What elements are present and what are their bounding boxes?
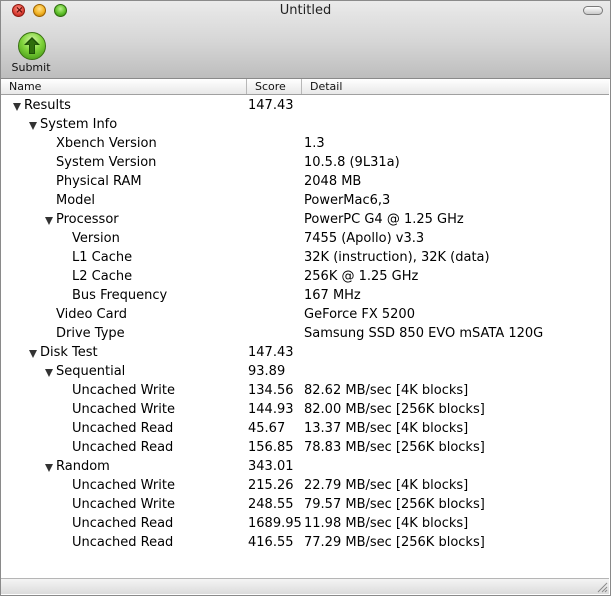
outline-row[interactable]: Physical RAM 2048 MB (1, 172, 609, 191)
row-detail: Samsung SSD 850 EVO mSATA 120GB Sar (304, 326, 544, 341)
title-and-toolbar: × Untitled Submit (0, 0, 611, 79)
row-detail: 167 MHz (304, 288, 361, 303)
disclosure-triangle-icon[interactable] (29, 350, 37, 358)
resize-grip-icon[interactable] (594, 579, 608, 593)
row-detail: PowerPC G4 @ 1.25 GHz (304, 212, 464, 227)
row-detail: 77.29 MB/sec [256K blocks] (304, 535, 485, 550)
outline-row[interactable]: Uncached Read 416.55 77.29 MB/sec [256K bl… (1, 533, 609, 552)
outline-row[interactable]: System Info (1, 115, 609, 134)
row-score: 1689.95 (248, 516, 302, 531)
row-score: 144.93 (248, 402, 294, 417)
outline-row[interactable]: Uncached Read 45.67 13.37 MB/sec [4K block… (1, 419, 609, 438)
row-name: Processor (56, 212, 119, 227)
outline-row[interactable]: L2 Cache 256K @ 1.25 GHz (1, 267, 609, 286)
horizontal-scrollbar[interactable] (1, 578, 609, 594)
column-header-score[interactable]: Score (246, 79, 301, 94)
row-score: 134.56 (248, 383, 294, 398)
outline-row[interactable]: Version 7455 (Apollo) v3.3 (1, 229, 609, 248)
row-name: System Version (56, 155, 157, 170)
outline-row[interactable]: L1 Cache 32K (instruction), 32K (data) (1, 248, 609, 267)
row-name: Uncached Read (72, 516, 174, 531)
row-name: Version (72, 231, 120, 246)
column-header-detail[interactable]: Detail (301, 79, 609, 94)
outline-row[interactable]: Random 343.01 (1, 457, 609, 476)
row-score: 248.55 (248, 497, 294, 512)
submit-label: Submit (11, 61, 51, 74)
row-name: System Info (40, 117, 118, 132)
row-detail: PowerMac6,3 (304, 193, 391, 208)
row-detail: 82.62 MB/sec [4K blocks] (304, 383, 469, 398)
app-window: × Untitled Submit Name Score Detail Resu… (0, 0, 611, 596)
row-detail: 22.79 MB/sec [4K blocks] (304, 478, 469, 493)
row-score: 215.26 (248, 478, 294, 493)
disclosure-triangle-icon[interactable] (45, 464, 53, 472)
row-detail: 1.3 (304, 136, 325, 151)
outline-row[interactable]: Video Card GeForce FX 5200 (1, 305, 609, 324)
disclosure-triangle-icon[interactable] (13, 103, 21, 111)
row-name: Uncached Write (72, 383, 175, 398)
row-detail: 2048 MB (304, 174, 362, 189)
outline-row[interactable]: System Version 10.5.8 (9L31a) (1, 153, 609, 172)
row-name: Uncached Write (72, 478, 175, 493)
row-score: 156.85 (248, 440, 294, 455)
row-detail: 82.00 MB/sec [256K blocks] (304, 402, 485, 417)
row-score: 343.01 (248, 459, 294, 474)
row-detail: 79.57 MB/sec [256K blocks] (304, 497, 485, 512)
results-outline: Results 147.43 System Info Xbench Version 1.… (1, 95, 609, 577)
outline-row[interactable]: Uncached Read 156.85 78.83 MB/sec [256K bl… (1, 438, 609, 457)
row-detail: 78.83 MB/sec [256K blocks] (304, 440, 485, 455)
row-detail: 11.98 MB/sec [4K blocks] (304, 516, 469, 531)
row-score: 147.43 (248, 98, 294, 113)
row-score: 416.55 (248, 535, 294, 550)
window-title: Untitled (279, 3, 332, 18)
row-name: Physical RAM (56, 174, 142, 189)
row-name: Disk Test (40, 345, 98, 360)
up-arrow-icon (18, 32, 46, 60)
outline-row[interactable]: Disk Test 147.43 (1, 343, 609, 362)
row-name: L1 Cache (72, 250, 133, 265)
outline-row[interactable]: Uncached Read 1689.95 11.98 MB/sec [4K blo… (1, 514, 609, 533)
column-header-name[interactable]: Name (1, 79, 246, 94)
outline-row[interactable]: Xbench Version 1.3 (1, 134, 609, 153)
outline-row[interactable]: Uncached Write 248.55 79.57 MB/sec [256K b… (1, 495, 609, 514)
outline-row[interactable]: Uncached Write 144.93 82.00 MB/sec [256K b… (1, 400, 609, 419)
row-name: Video Card (56, 307, 127, 322)
outline-row[interactable]: Bus Frequency 167 MHz (1, 286, 609, 305)
outline-row[interactable]: Sequential 93.89 (1, 362, 609, 381)
row-detail: GeForce FX 5200 (304, 307, 415, 322)
row-name: Bus Frequency (72, 288, 168, 303)
row-name: Uncached Write (72, 497, 175, 512)
toolbar-toggle-button[interactable] (583, 6, 603, 15)
row-name: Model (56, 193, 96, 208)
row-detail: 256K @ 1.25 GHz (304, 269, 419, 284)
row-detail: 13.37 MB/sec [4K blocks] (304, 421, 469, 436)
row-detail: 7455 (Apollo) v3.3 (304, 231, 425, 246)
row-detail: 10.5.8 (9L31a) (304, 155, 400, 170)
row-name: Results (24, 98, 71, 113)
outline-row[interactable]: Model PowerMac6,3 (1, 191, 609, 210)
row-name: Uncached Read (72, 440, 174, 455)
disclosure-triangle-icon[interactable] (45, 217, 53, 225)
row-name: Xbench Version (56, 136, 157, 151)
outline-row[interactable]: Uncached Write 215.26 22.79 MB/sec [4K blo… (1, 476, 609, 495)
column-header: Name Score Detail (1, 79, 609, 95)
row-score: 147.43 (248, 345, 294, 360)
row-name: Uncached Write (72, 402, 175, 417)
row-score: 45.67 (248, 421, 286, 436)
outline-row[interactable]: Processor PowerPC G4 @ 1.25 GHz (1, 210, 609, 229)
row-score: 93.89 (248, 364, 286, 379)
outline-row[interactable]: Uncached Write 134.56 82.62 MB/sec [4K blo… (1, 381, 609, 400)
submit-button[interactable]: Submit (8, 28, 54, 76)
row-name: Uncached Read (72, 535, 174, 550)
row-name: L2 Cache (72, 269, 133, 284)
row-detail: 32K (instruction), 32K (data) (304, 250, 490, 265)
row-name: Sequential (56, 364, 126, 379)
row-name: Drive Type (56, 326, 125, 341)
row-name: Random (56, 459, 110, 474)
disclosure-triangle-icon[interactable] (45, 369, 53, 377)
row-name: Uncached Read (72, 421, 174, 436)
disclosure-triangle-icon[interactable] (29, 122, 37, 130)
outline-row[interactable]: Results 147.43 (1, 96, 609, 115)
outline-row[interactable]: Drive Type Samsung SSD 850 EVO mSATA 120G… (1, 324, 609, 343)
